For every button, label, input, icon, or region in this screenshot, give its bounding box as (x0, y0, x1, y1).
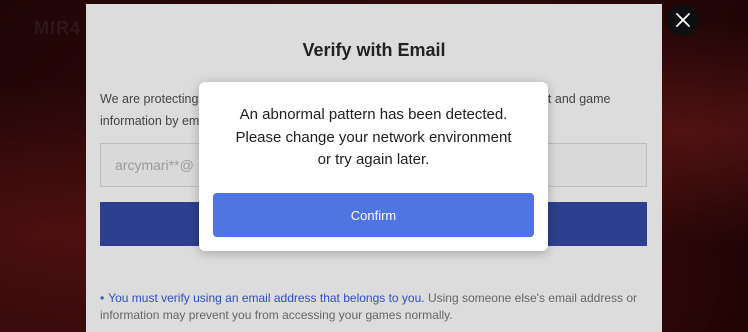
alert-message: An abnormal pattern has been detected. P… (209, 104, 538, 172)
alert-line-1: An abnormal pattern has been detected. (239, 106, 508, 123)
alert-line-2: Please change your network environment (235, 128, 512, 146)
alert-line-3: or try again later. (317, 151, 430, 168)
panel-title: Verify with Email (302, 40, 446, 60)
alert-modal: An abnormal pattern has been detected. P… (199, 82, 548, 251)
panel-note: • You must verify using an email address … (100, 290, 640, 324)
note-bullet: • (100, 291, 105, 305)
close-button[interactable] (667, 4, 699, 36)
note-highlight: You must verify using an email address t… (108, 291, 425, 305)
close-icon (676, 13, 690, 27)
email-value: arcymari**@ (115, 157, 194, 173)
confirm-button[interactable]: Confirm (213, 193, 534, 237)
